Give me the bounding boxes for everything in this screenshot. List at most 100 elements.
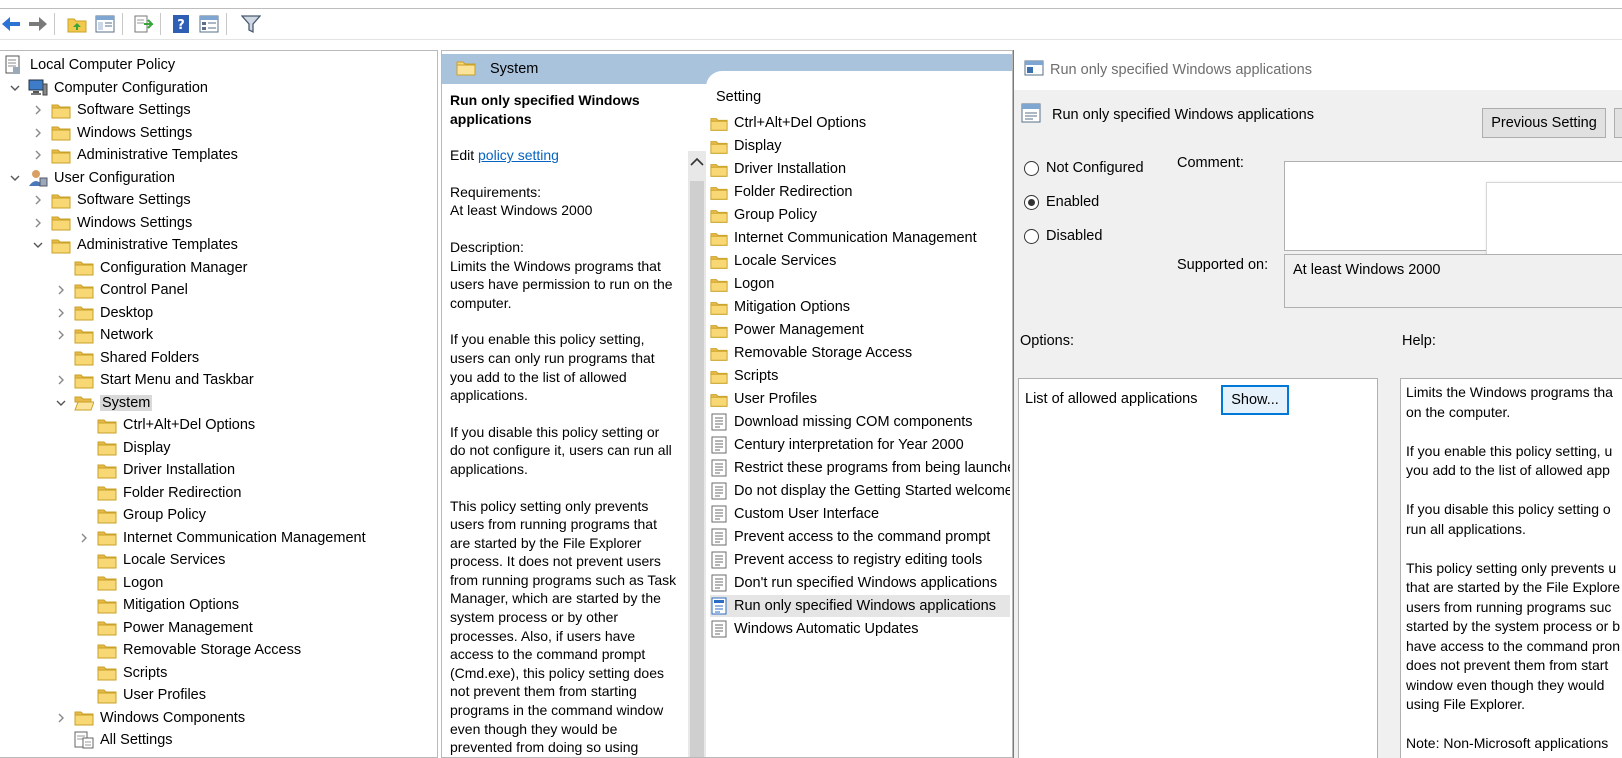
category-folder-row[interactable]: Logon (710, 273, 1010, 295)
policy-setting-row[interactable]: Run only specified Windows applications (710, 595, 1010, 617)
chevron-right-icon[interactable] (54, 373, 68, 387)
tree-item[interactable]: Windows Settings (31, 212, 192, 234)
radio-not-configured[interactable]: Not Configured (1024, 160, 1144, 176)
help-text-panel[interactable]: Limits the Windows programs tha on the co… (1400, 378, 1622, 758)
chevron-right-icon[interactable] (31, 193, 45, 207)
chevron-right-icon[interactable] (54, 711, 68, 725)
tree-item[interactable]: Software Settings (31, 189, 191, 211)
category-folder-row[interactable]: Group Policy (710, 204, 1010, 226)
policy-setting-row[interactable]: Prevent access to registry editing tools (710, 549, 1010, 571)
console-tree[interactable]: Local Computer Policy Computer Configurat… (0, 50, 438, 758)
chevron-right-icon[interactable] (31, 103, 45, 117)
category-folder-row[interactable]: Driver Installation (710, 158, 1010, 180)
tree-item[interactable]: Scripts (77, 662, 167, 684)
radio-circle-icon[interactable] (1024, 160, 1039, 176)
tree-item[interactable]: Windows Components (54, 707, 245, 729)
policy-setting-row[interactable]: Custom User Interface (710, 503, 1010, 525)
tree-item[interactable]: Internet Communication Management (77, 527, 366, 549)
policy-setting-row[interactable]: Restrict these programs from being launc… (710, 457, 1010, 479)
policy-setting-row[interactable]: Century interpretation for Year 2000 (710, 434, 1010, 456)
tree-item[interactable]: Local Computer Policy (4, 54, 175, 76)
tree-item[interactable]: Folder Redirection (77, 482, 241, 504)
radio-circle-icon[interactable] (1024, 194, 1039, 210)
tree-item[interactable]: Computer Configuration (8, 77, 208, 99)
edit-policy-setting-link[interactable]: policy setting (478, 147, 559, 163)
tree-item[interactable]: Mitigation Options (77, 594, 239, 616)
help-line: does not prevent them from start (1406, 657, 1609, 673)
setting-label: Power Management (734, 322, 864, 338)
policy-setting-icon (710, 413, 728, 431)
chevron-down-icon[interactable] (31, 238, 45, 252)
scrollbar-thumb[interactable] (690, 181, 704, 757)
category-folder-row[interactable]: Internet Communication Management (710, 227, 1010, 249)
chevron-down-icon[interactable] (54, 396, 68, 410)
tree-item-label: Shared Folders (100, 349, 200, 366)
help-icon[interactable]: ? (170, 13, 192, 35)
category-folder-row[interactable]: Ctrl+Alt+Del Options (710, 112, 1010, 134)
chevron-right-icon[interactable] (54, 328, 68, 342)
tree-item[interactable]: Software Settings (31, 99, 191, 121)
tree-item[interactable]: System (54, 392, 153, 414)
show-hide-tree-icon[interactable] (94, 13, 116, 35)
tree-item[interactable]: Power Management (77, 617, 253, 639)
chevron-right-icon[interactable] (31, 216, 45, 230)
tree-item[interactable]: Desktop (54, 302, 153, 324)
tree-item[interactable]: All Settings (54, 729, 173, 751)
chevron-right-icon[interactable] (31, 126, 45, 140)
setting-column-header[interactable]: Setting (716, 89, 761, 105)
tree-item[interactable]: Group Policy (77, 504, 206, 526)
folder-icon (710, 114, 728, 132)
tree-item[interactable]: Start Menu and Taskbar (54, 369, 254, 391)
tree-item[interactable]: Display (77, 437, 171, 459)
tree-item[interactable]: Control Panel (54, 279, 188, 301)
forward-arrow-icon[interactable] (27, 13, 49, 35)
tree-item[interactable]: Administrative Templates (31, 234, 238, 256)
up-folder-icon[interactable] (66, 13, 88, 35)
tree-item[interactable]: User Profiles (77, 684, 206, 706)
chevron-right-icon[interactable] (31, 148, 45, 162)
tree-item[interactable]: User Configuration (8, 167, 175, 189)
tree-item[interactable]: Driver Installation (77, 459, 235, 481)
setting-label: Don't run specified Windows applications (734, 575, 998, 591)
policy-setting-row[interactable]: Do not display the Getting Started welco… (710, 480, 1010, 502)
show-button[interactable]: Show... (1221, 385, 1289, 415)
category-folder-row[interactable]: Mitigation Options (710, 296, 1010, 318)
category-folder-row[interactable]: Locale Services (710, 250, 1010, 272)
chevron-right-icon[interactable] (54, 283, 68, 297)
chevron-right-icon[interactable] (54, 306, 68, 320)
help-line: If you disable this policy setting o (1406, 501, 1611, 517)
chevron-right-icon[interactable] (77, 531, 91, 545)
radio-disabled[interactable]: Disabled (1024, 228, 1102, 244)
tree-item[interactable]: Network (54, 324, 153, 346)
category-folder-row[interactable]: Removable Storage Access (710, 342, 1010, 364)
export-list-icon[interactable] (132, 13, 154, 35)
category-folder-row[interactable]: Folder Redirection (710, 181, 1010, 203)
tree-item[interactable]: Removable Storage Access (77, 639, 301, 661)
tree-item[interactable]: Logon (77, 572, 163, 594)
tree-item[interactable]: Administrative Templates (31, 144, 238, 166)
radio-enabled[interactable]: Enabled (1024, 194, 1099, 210)
description-scrollbar[interactable] (688, 151, 706, 757)
tree-item[interactable]: Shared Folders (54, 347, 199, 369)
back-arrow-icon[interactable] (0, 13, 22, 35)
tree-item[interactable]: Ctrl+Alt+Del Options (77, 414, 255, 436)
category-folder-row[interactable]: User Profiles (710, 388, 1010, 410)
category-folder-row[interactable]: Display (710, 135, 1010, 157)
policy-setting-row[interactable]: Prevent access to the command prompt (710, 526, 1010, 548)
next-setting-button[interactable] (1614, 108, 1622, 138)
category-folder-row[interactable]: Power Management (710, 319, 1010, 341)
category-folder-row[interactable]: Scripts (710, 365, 1010, 387)
properties-icon[interactable] (198, 13, 220, 35)
policy-setting-row[interactable]: Don't run specified Windows applications (710, 572, 1010, 594)
tree-item[interactable]: Locale Services (77, 549, 225, 571)
chevron-down-icon[interactable] (8, 81, 22, 95)
chevron-up-icon[interactable] (688, 151, 706, 173)
radio-circle-icon[interactable] (1024, 228, 1039, 244)
filter-icon[interactable] (240, 13, 262, 35)
tree-item[interactable]: Configuration Manager (54, 257, 248, 279)
previous-setting-button[interactable]: Previous Setting (1482, 108, 1606, 138)
chevron-down-icon[interactable] (8, 171, 22, 185)
policy-setting-row[interactable]: Windows Automatic Updates (710, 618, 1010, 640)
policy-setting-row[interactable]: Download missing COM components (710, 411, 1010, 433)
tree-item[interactable]: Windows Settings (31, 122, 192, 144)
